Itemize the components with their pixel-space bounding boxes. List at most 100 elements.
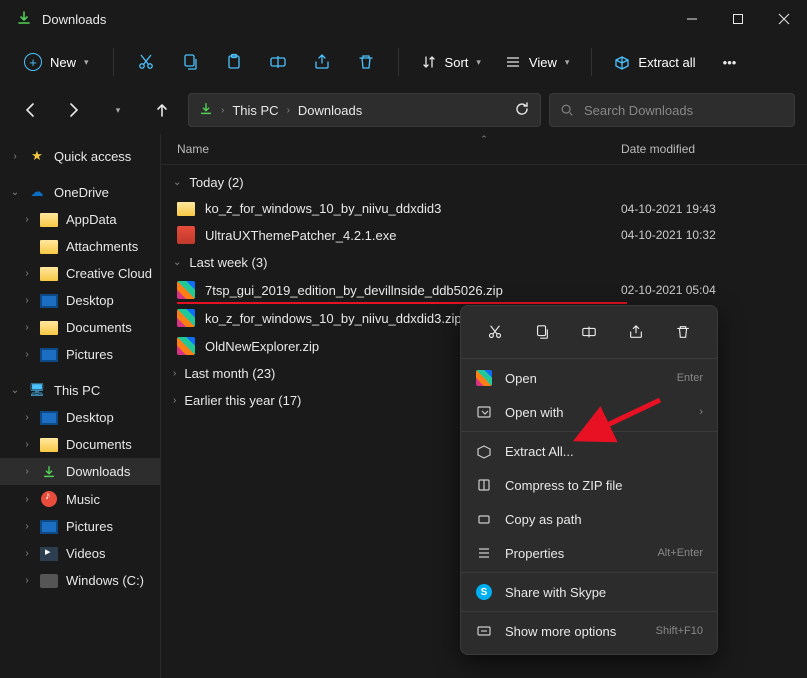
forward-button[interactable] — [56, 92, 92, 128]
view-button[interactable]: View ▾ — [495, 48, 579, 76]
maximize-button[interactable] — [715, 0, 761, 38]
sidebar-item-tp-documents[interactable]: ›Documents — [0, 431, 160, 458]
folder-icon — [40, 438, 58, 452]
column-date[interactable]: Date modified — [621, 142, 791, 156]
file-row[interactable]: UltraUXThemePatcher_4.2.1.exe04-10-2021 … — [161, 221, 807, 249]
ctx-copy-button[interactable] — [525, 316, 559, 348]
extract-icon — [614, 54, 630, 70]
zip-icon — [177, 337, 195, 355]
ctx-rename-button[interactable] — [572, 316, 606, 348]
sidebar-item-tp-windows-c[interactable]: ›Windows (C:) — [0, 567, 160, 594]
star-icon: ★ — [28, 148, 46, 164]
separator — [113, 48, 114, 76]
minimize-button[interactable] — [669, 0, 715, 38]
toolbar: + New ▾ Sort ▾ View ▾ Extract all ••• — [0, 38, 807, 86]
ctx-share-button[interactable] — [619, 316, 653, 348]
window-title: Downloads — [42, 12, 106, 27]
cut-button[interactable] — [126, 44, 166, 80]
plus-icon: + — [24, 53, 42, 71]
column-headers: ⌃ Name Date modified — [161, 134, 807, 165]
group-today[interactable]: ⌄Today (2) — [161, 169, 807, 196]
sidebar-item-tp-downloads[interactable]: ›Downloads — [0, 458, 160, 485]
video-icon — [40, 547, 58, 561]
folder-icon — [40, 213, 58, 227]
sidebar-item-tp-pictures[interactable]: ›Pictures — [0, 513, 160, 540]
ctx-copy-path[interactable]: Copy as path — [461, 502, 717, 536]
ctx-properties[interactable]: PropertiesAlt+Enter — [461, 536, 717, 570]
extract-all-button[interactable]: Extract all — [604, 48, 705, 76]
file-row-selected[interactable]: 7tsp_gui_2019_edition_by_devillnside_ddb… — [161, 276, 807, 304]
sort-icon — [421, 54, 437, 70]
desktop-icon — [40, 411, 58, 425]
search-input[interactable]: Search Downloads — [549, 93, 795, 127]
ctx-open-with[interactable]: Open with› — [461, 395, 717, 429]
sidebar-item-attachments[interactable]: Attachments — [0, 233, 160, 260]
sidebar-item-documents[interactable]: ›Documents — [0, 314, 160, 341]
more-icon — [475, 623, 493, 639]
chevron-down-icon: ▾ — [565, 57, 570, 68]
chevron-down-icon: ⌄ — [173, 177, 181, 188]
ctx-compress[interactable]: Compress to ZIP file — [461, 468, 717, 502]
breadcrumb-current[interactable]: Downloads — [298, 103, 362, 118]
folder-icon — [40, 321, 58, 335]
rename-button[interactable] — [258, 44, 298, 80]
desktop-icon — [40, 294, 58, 308]
file-row[interactable]: ko_z_for_windows_10_by_niivu_ddxdid304-1… — [161, 196, 807, 221]
disk-icon — [40, 574, 58, 588]
chevron-right-icon: › — [221, 105, 224, 116]
extract-all-label: Extract all — [638, 55, 695, 70]
sidebar-item-this-pc[interactable]: ⌄🖥This PC — [0, 376, 160, 404]
refresh-button[interactable] — [514, 101, 530, 120]
copy-button[interactable] — [170, 44, 210, 80]
ctx-extract-all[interactable]: Extract All... — [461, 434, 717, 468]
folder-icon — [177, 202, 195, 216]
sidebar-item-tp-music[interactable]: ›Music — [0, 485, 160, 513]
folder-icon — [40, 240, 58, 254]
search-icon — [560, 103, 574, 117]
ctx-show-more[interactable]: Show more optionsShift+F10 — [461, 614, 717, 648]
sidebar-item-onedrive[interactable]: ⌄☁OneDrive — [0, 178, 160, 206]
zip-icon — [177, 281, 195, 299]
exe-icon — [177, 226, 195, 244]
close-button[interactable] — [761, 0, 807, 38]
ctx-cut-button[interactable] — [478, 316, 512, 348]
up-button[interactable] — [144, 92, 180, 128]
sidebar-item-appdata[interactable]: ›AppData — [0, 206, 160, 233]
sidebar-item-creative-cloud[interactable]: ›Creative Cloud — [0, 260, 160, 287]
sidebar: ›★Quick access ⌄☁OneDrive ›AppData Attac… — [0, 134, 160, 678]
sidebar-item-pictures[interactable]: ›Pictures — [0, 341, 160, 368]
pictures-icon — [40, 520, 58, 534]
view-icon — [505, 54, 521, 70]
sidebar-item-desktop[interactable]: ›Desktop — [0, 287, 160, 314]
folder-icon — [40, 267, 58, 281]
sidebar-item-quick-access[interactable]: ›★Quick access — [0, 142, 160, 170]
downloads-icon — [16, 10, 32, 29]
context-menu: OpenEnter Open with› Extract All... Comp… — [460, 305, 718, 655]
share-button[interactable] — [302, 44, 342, 80]
ctx-open[interactable]: OpenEnter — [461, 361, 717, 395]
downloads-icon — [199, 102, 213, 119]
titlebar: Downloads — [0, 0, 807, 38]
music-icon — [40, 491, 58, 507]
separator — [398, 48, 399, 76]
paste-button[interactable] — [214, 44, 254, 80]
new-button[interactable]: + New ▾ — [12, 47, 101, 77]
group-last-week[interactable]: ⌄Last week (3) — [161, 249, 807, 276]
delete-button[interactable] — [346, 44, 386, 80]
column-name[interactable]: Name — [177, 142, 621, 156]
chevron-right-icon: › — [173, 395, 176, 406]
sort-button[interactable]: Sort ▾ — [411, 48, 491, 76]
sidebar-item-tp-desktop[interactable]: ›Desktop — [0, 404, 160, 431]
zip-icon — [177, 309, 195, 327]
ctx-share-skype[interactable]: SShare with Skype — [461, 575, 717, 609]
sidebar-item-tp-videos[interactable]: ›Videos — [0, 540, 160, 567]
skype-icon: S — [475, 584, 493, 600]
breadcrumb[interactable]: › This PC › Downloads — [188, 93, 541, 127]
new-label: New — [50, 55, 76, 70]
back-button[interactable] — [12, 92, 48, 128]
history-button[interactable]: ▾ — [100, 92, 136, 128]
breadcrumb-root[interactable]: This PC — [232, 103, 278, 118]
ctx-delete-button[interactable] — [666, 316, 700, 348]
chevron-down-icon: ⌄ — [173, 257, 181, 268]
more-button[interactable]: ••• — [709, 44, 749, 80]
